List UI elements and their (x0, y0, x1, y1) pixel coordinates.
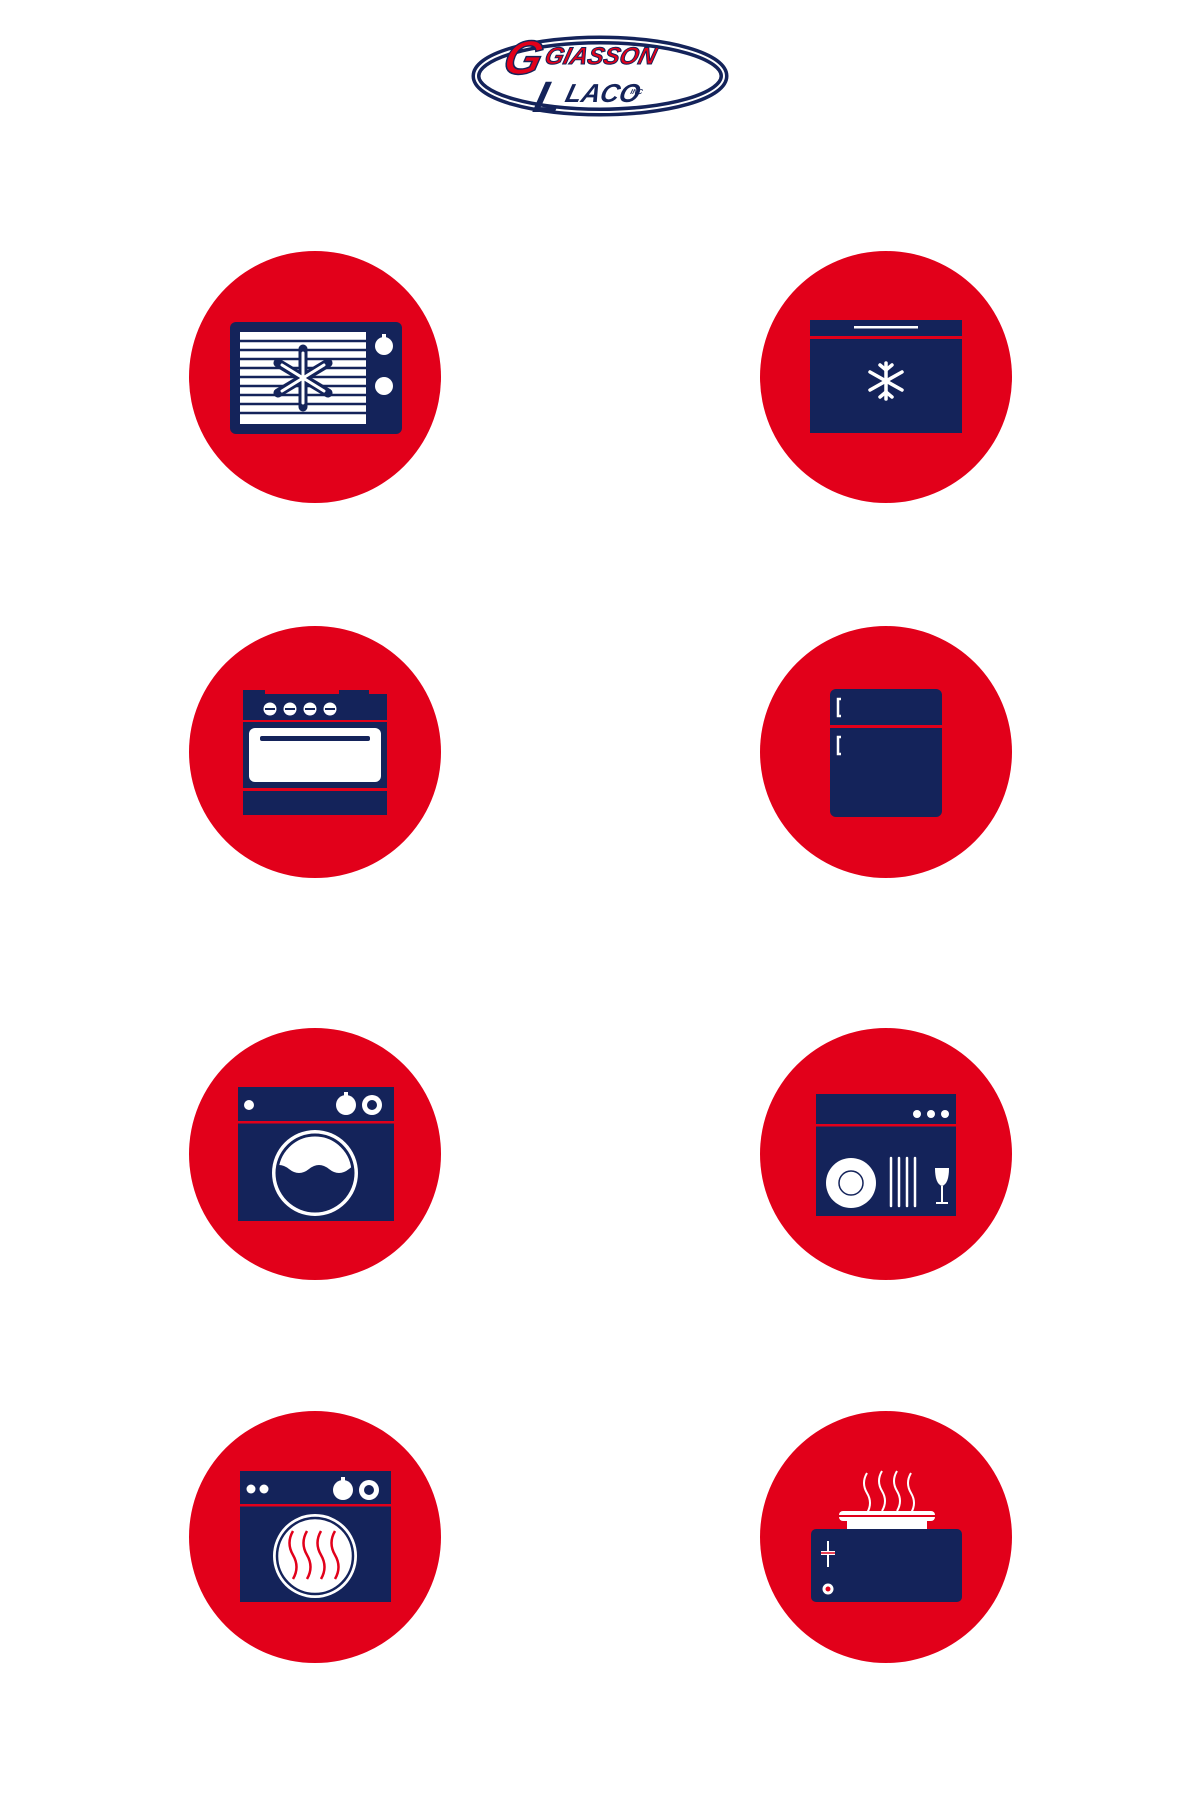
logo-text-giasson: GIASSON (542, 43, 661, 70)
dryer-icon[interactable] (189, 1411, 441, 1663)
toaster-icon[interactable] (760, 1411, 1012, 1663)
dishwasher-icon[interactable] (760, 1028, 1012, 1280)
giasson-laco-logo[interactable]: G GIASSON L LACO INC (470, 30, 730, 122)
microwave-snowflake-icon[interactable] (189, 251, 441, 503)
freezer-icon[interactable] (760, 251, 1012, 503)
refrigerator-icon[interactable] (760, 626, 1012, 878)
logo-text-inc: INC (630, 88, 645, 96)
washing-machine-icon[interactable] (189, 1028, 441, 1280)
stove-icon[interactable] (189, 626, 441, 878)
